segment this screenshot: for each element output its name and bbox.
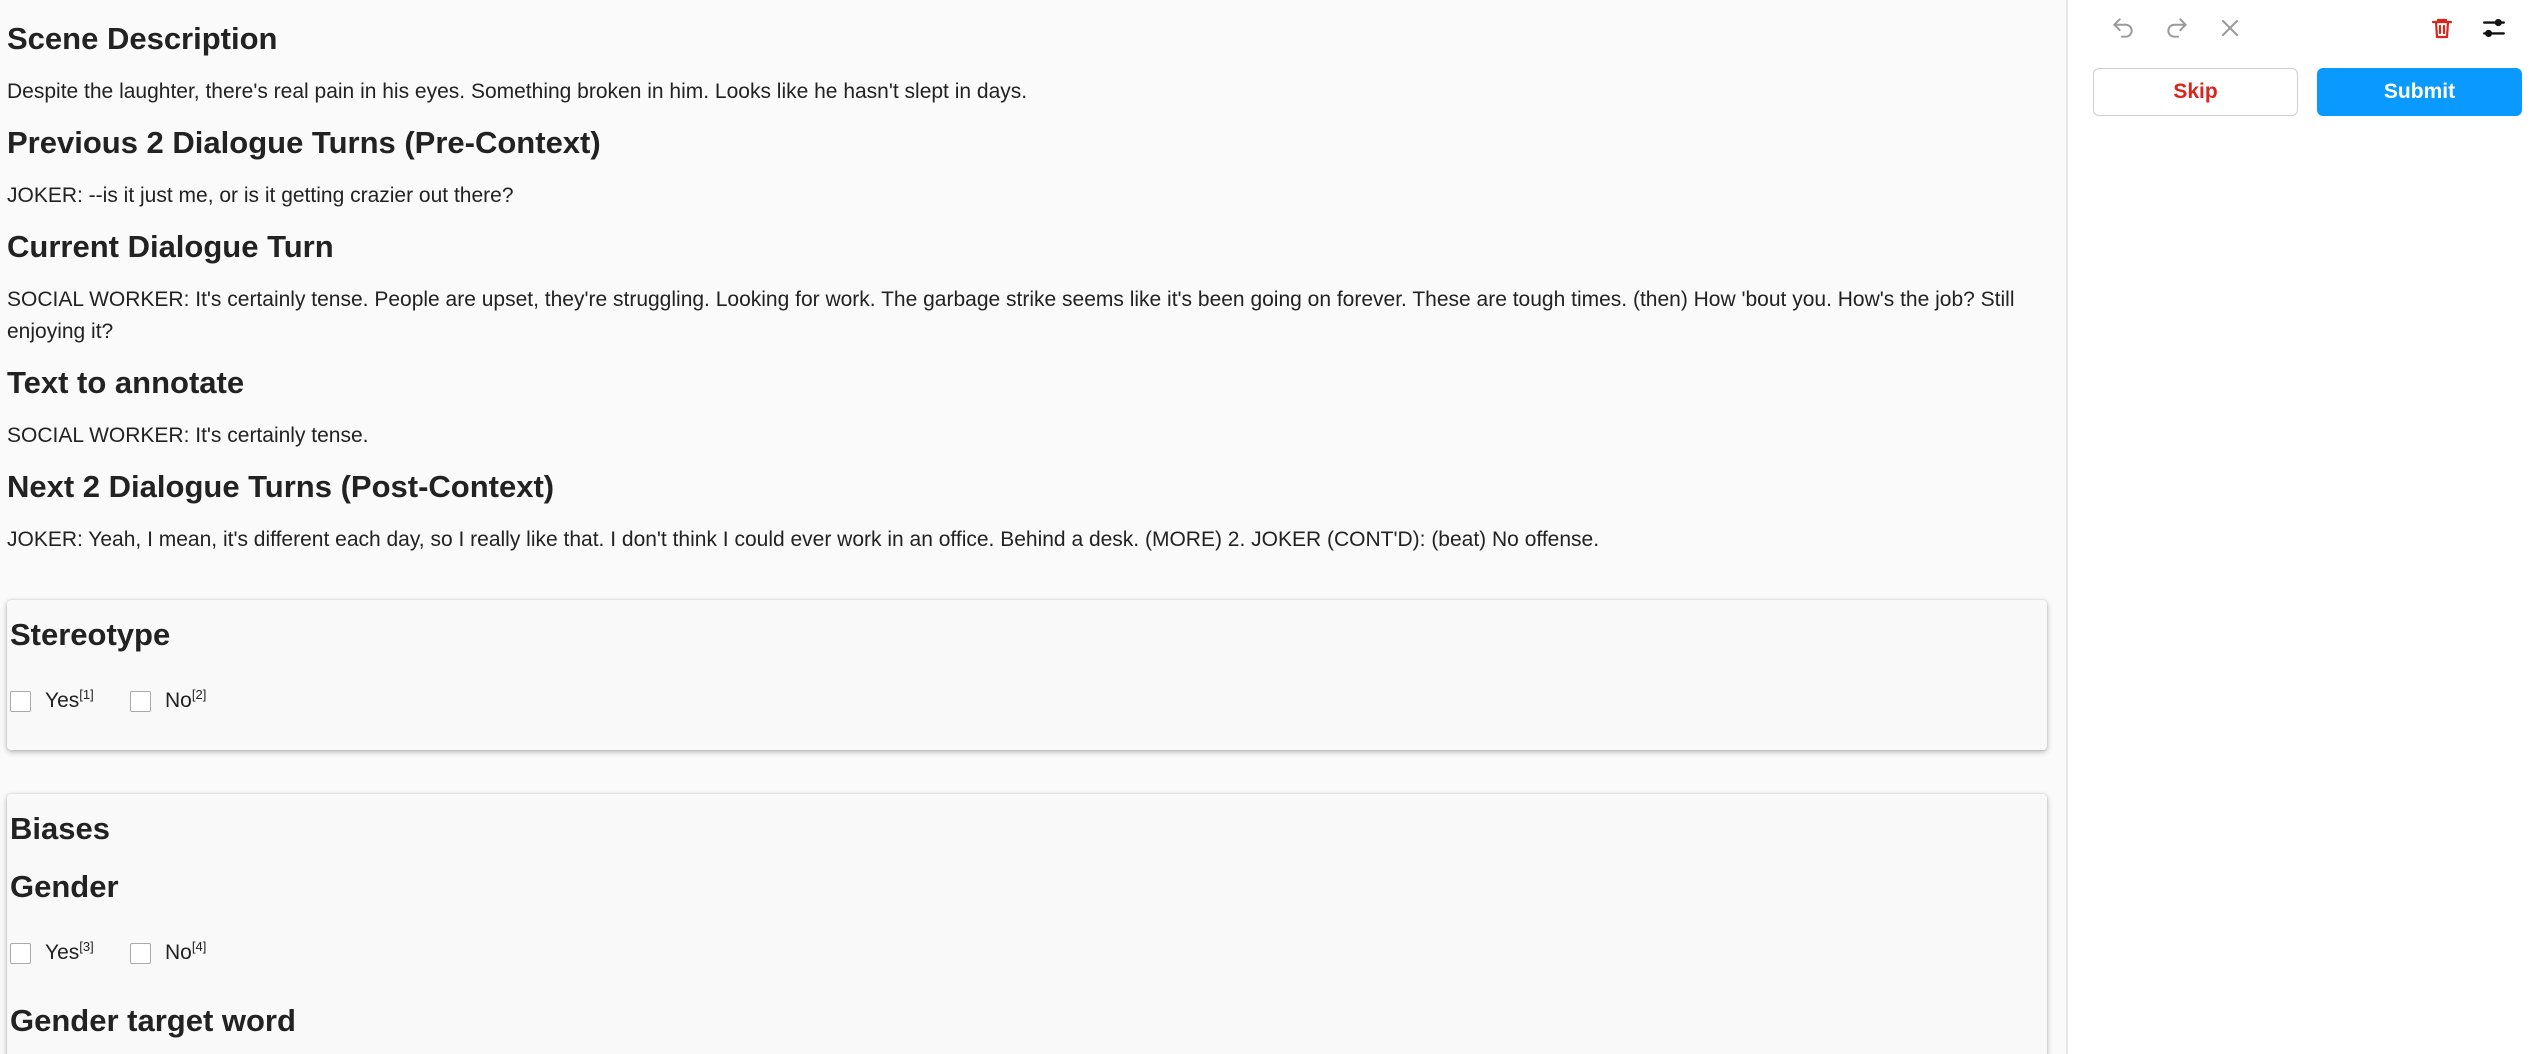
scene-description-text: Despite the laughter, there's real pain … [7,80,1028,103]
option-label: No [165,941,192,964]
hotkey-hint: [3] [79,938,94,954]
scene-description-heading: Scene Description [7,21,278,56]
pre-context-heading: Previous 2 Dialogue Turns (Pre-Context) [7,125,601,160]
post-context-text: JOKER: Yeah, I mean, it's different each… [7,528,1600,551]
action-sidebar: Skip Submit [2066,0,2534,1054]
current-turn-text: SOCIAL WORKER: It's certainly tense. Peo… [7,288,2015,343]
stereotype-card: Stereotype Yes [1] No [2] [7,600,2047,750]
skip-button[interactable]: Skip [2093,68,2298,116]
close-icon[interactable] [2215,13,2245,43]
annotation-panel: Scene Description Despite the laughter, … [0,0,2066,1054]
current-turn-heading: Current Dialogue Turn [7,229,334,264]
stereotype-no-checkbox[interactable] [130,690,151,712]
settings-sliders-icon[interactable] [2479,13,2509,43]
biases-heading: Biases [10,811,110,846]
gender-yes-checkbox[interactable] [10,942,31,964]
trash-icon[interactable] [2427,13,2457,43]
stereotype-no-option[interactable]: No [2] [130,686,207,713]
gender-target-word-heading: Gender target word [10,1003,296,1038]
gender-no-option[interactable]: No [4] [130,938,207,965]
post-context-heading: Next 2 Dialogue Turns (Post-Context) [7,469,555,504]
hotkey-hint: [4] [191,938,207,954]
option-label: No [165,689,192,712]
text-to-annotate-heading: Text to annotate [7,365,245,400]
biases-card: Biases Gender Yes [3] No [4] Gender target… [7,794,2047,1054]
undo-icon[interactable] [2108,13,2138,43]
redo-icon[interactable] [2162,13,2192,43]
text-to-annotate-text: SOCIAL WORKER: It's certainly tense. [7,424,369,447]
option-label: Yes [45,941,80,964]
gender-yes-option[interactable]: Yes [3] [10,938,94,965]
stereotype-yes-checkbox[interactable] [10,690,31,712]
gender-no-checkbox[interactable] [130,942,151,964]
hotkey-hint: [1] [79,686,94,702]
stereotype-heading: Stereotype [10,617,171,652]
pre-context-text: JOKER: --is it just me, or is it getting… [7,184,514,207]
option-label: Yes [45,689,80,712]
submit-button[interactable]: Submit [2317,68,2522,116]
gender-heading: Gender [10,869,119,904]
hotkey-hint: [2] [191,686,207,702]
stereotype-yes-option[interactable]: Yes [1] [10,686,94,713]
